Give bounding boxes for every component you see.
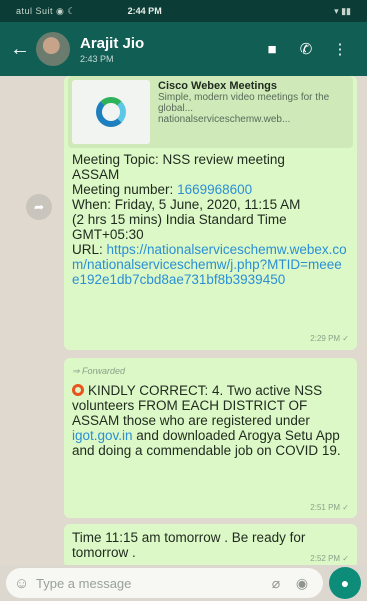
message-input[interactable]: ☺ Type a message ⌀ ◉ [6, 568, 323, 598]
clock: 2:44 PM [127, 6, 162, 16]
forwarded-label: ⇒ Forwarded [72, 366, 126, 376]
preview-domain: nationalserviceschemw.web... [158, 114, 291, 125]
link-preview[interactable]: Cisco Webex Meetings Simple, modern vide… [68, 76, 353, 148]
chat-area[interactable]: ➦ Cisco Webex Meetings Simple, modern vi… [0, 76, 367, 565]
contact-info[interactable]: Arajit Jio 2:43 PM [80, 35, 255, 64]
message-time: 2:29 PM ✓ [310, 334, 349, 343]
message-text: Meeting Topic: NSS review meeting ASSAM … [72, 152, 347, 287]
message-text: KINDLY CORRECT: 4. Two active NSS volunt… [72, 383, 341, 458]
last-seen: 2:43 PM [80, 53, 114, 64]
avatar[interactable] [36, 32, 70, 66]
message-time: 2:52 PM ✓ [310, 554, 349, 563]
compose-bar: ☺ Type a message ⌀ ◉ ● [0, 565, 367, 601]
meeting-url-link[interactable]: https://nationalserviceschemw.webex.com/… [72, 242, 347, 287]
video-call-icon[interactable]: ■ [255, 41, 289, 58]
preview-title: Cisco Webex Meetings [158, 80, 277, 92]
message-bubble[interactable]: ⇒ Forwarded KINDLY CORRECT: 4. Two activ… [64, 358, 357, 518]
igot-link[interactable]: igot.gov.in [72, 428, 133, 443]
attach-icon[interactable]: ⌀ [263, 575, 289, 592]
forward-icon[interactable]: ➦ [26, 194, 52, 220]
message-bubble[interactable]: Time 11:15 am tomorrow . Be ready for to… [64, 524, 357, 565]
voice-call-icon[interactable]: ✆ [289, 40, 323, 58]
status-bar: atul Suit ◉ ☾ 2:44 PM ▾ ▮▮ [0, 0, 367, 22]
message-time: 2:51 PM ✓ [310, 503, 349, 512]
message-text: Time 11:15 am tomorrow . Be ready for to… [72, 530, 306, 560]
webex-logo [72, 80, 150, 144]
back-arrow-icon[interactable]: ← [10, 38, 30, 61]
battery-indicator: ▾ ▮▮ [334, 5, 352, 16]
contact-name: Arajit Jio [80, 34, 145, 52]
meeting-number-link[interactable]: 1669968600 [177, 182, 252, 197]
preview-description: Simple, modern video meetings for the gl… [158, 92, 330, 114]
more-options-icon[interactable]: ⋮ [323, 40, 357, 58]
message-placeholder[interactable]: Type a message [36, 576, 263, 591]
red-circle-emoji-icon [72, 384, 84, 396]
signal-indicator: atul Suit ◉ ☾ [16, 5, 76, 16]
message-bubble[interactable]: Cisco Webex Meetings Simple, modern vide… [64, 76, 357, 350]
chat-header: ← Arajit Jio 2:43 PM ■ ✆ ⋮ [0, 22, 367, 76]
emoji-icon[interactable]: ☺ [14, 575, 36, 592]
microphone-icon[interactable]: ● [329, 567, 361, 599]
camera-icon[interactable]: ◉ [289, 575, 315, 592]
